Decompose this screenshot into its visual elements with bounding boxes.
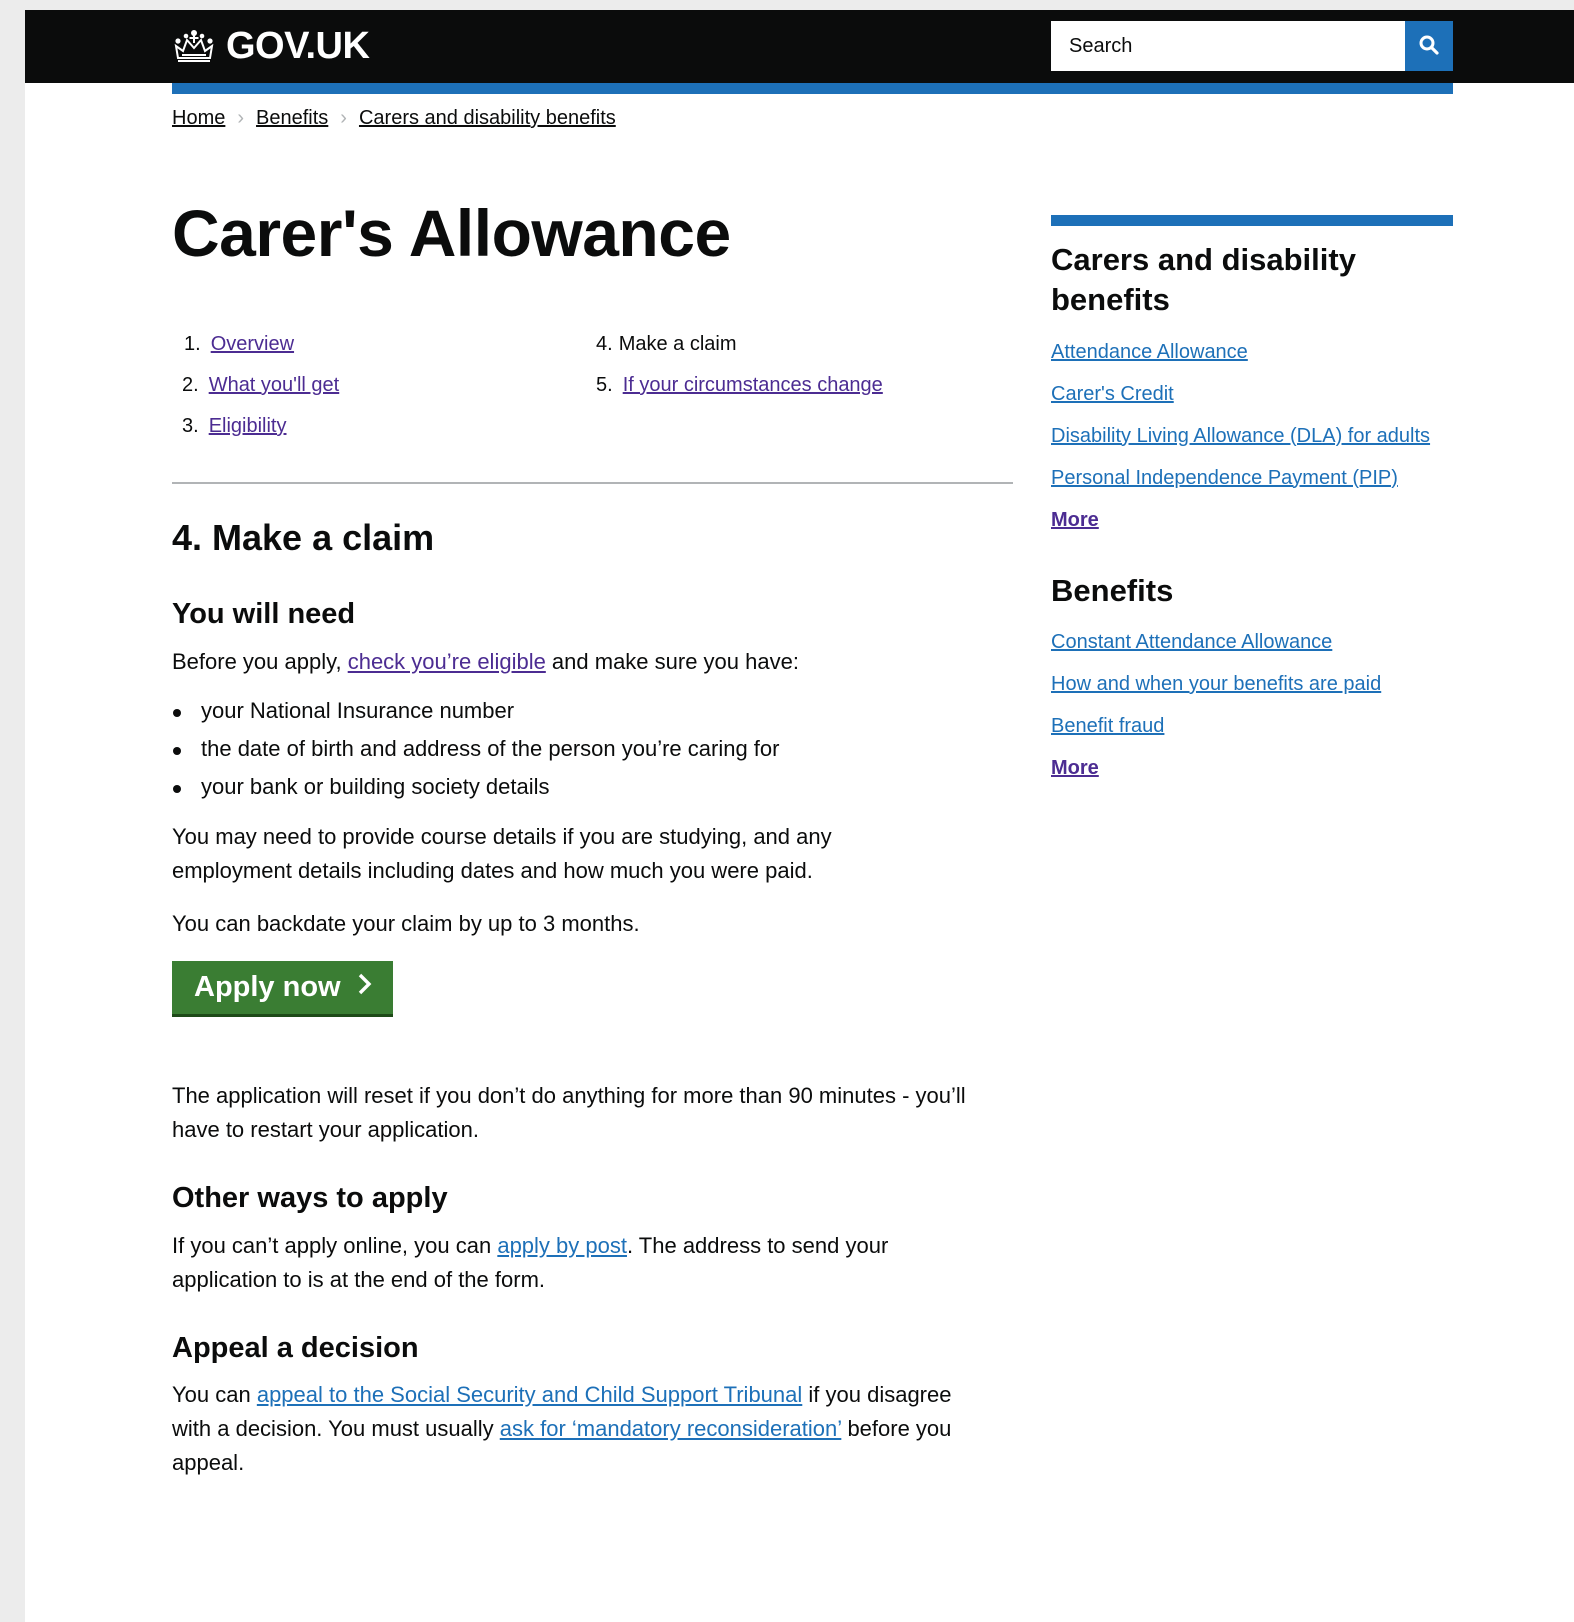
search-button[interactable]: [1405, 21, 1453, 71]
check-eligible-link[interactable]: check you’re eligible: [348, 649, 546, 674]
contents-item-make-a-claim-current: 4. Make a claim: [596, 333, 737, 355]
list-item: More: [1051, 508, 1453, 533]
appeal-tribunal-link[interactable]: appeal to the Social Security and Child …: [257, 1382, 802, 1407]
section-title: 4. Make a claim: [172, 517, 435, 558]
contents-divider: [172, 482, 1013, 484]
contents-item-eligibility: 3. Eligibility: [182, 415, 287, 438]
contents-current-make-a-claim: Make a claim: [618, 333, 737, 355]
contents-item-if-your-circumstances-change: 5. If your circumstances change: [596, 374, 883, 397]
sidebar-link-carers-credit[interactable]: Carer's Credit: [1051, 383, 1174, 405]
backdate-paragraph: You can backdate your claim by up to 3 m…: [172, 910, 640, 936]
contents-link-what-youll-get[interactable]: What you'll get: [209, 374, 340, 397]
sidebar-more-carers[interactable]: More: [1051, 509, 1099, 531]
sidebar-accent-bar: [1051, 215, 1453, 226]
logo-text: GOV.UK: [226, 24, 370, 67]
contents-item-what-youll-get: 2. What you'll get: [182, 374, 340, 397]
search-form: [1051, 21, 1453, 71]
appeal-paragraph: You can appeal to the Social Security an…: [172, 1381, 952, 1475]
list-item: Personal Independence Payment (PIP): [1051, 466, 1453, 491]
page-title: Carer's Allowance: [172, 196, 731, 270]
sidebar-link-how-and-when-benefits-are-paid[interactable]: How and when your benefits are paid: [1051, 673, 1381, 695]
breadcrumb-home[interactable]: Home: [172, 107, 225, 130]
page: GOV.UK Home › Benefits › Carers and disa…: [25, 10, 1574, 1622]
search-icon: [1418, 34, 1440, 59]
list-item: Benefit fraud: [1051, 714, 1453, 739]
breadcrumb-benefits[interactable]: Benefits: [256, 107, 328, 130]
contents-item-overview: 1. Overview: [184, 333, 295, 356]
contents-list: 1. Overview 2. What you'll get 3. Eligib…: [172, 333, 1013, 458]
breadcrumb: Home › Benefits › Carers and disability …: [172, 107, 616, 130]
sidebar-link-pip[interactable]: Personal Independence Payment (PIP): [1051, 467, 1398, 489]
list-item: Constant Attendance Allowance: [1051, 630, 1453, 655]
contents-link-if-your-circumstances-change[interactable]: If your circumstances change: [623, 374, 883, 397]
sidebar-list-benefits: Constant Attendance Allowance How and wh…: [1051, 630, 1453, 781]
header-accent-bar: [172, 83, 1453, 94]
list-item: Disability Living Allowance (DLA) for ad…: [1051, 424, 1453, 449]
list-item: your bank or building society details: [172, 770, 1013, 804]
heading-other-ways-to-apply: Other ways to apply: [172, 1181, 448, 1214]
govuk-logo-link[interactable]: GOV.UK: [172, 24, 370, 68]
apply-now-button[interactable]: Apply now: [172, 960, 393, 1014]
heading-you-will-need: You will need: [172, 598, 356, 631]
list-item: your National Insurance number: [172, 694, 1013, 728]
intro-paragraph: Before you apply, check you’re eligible …: [172, 648, 799, 674]
reset-notice: The application will reset if you don’t …: [172, 1082, 966, 1142]
chevron-right-icon: [341, 971, 373, 1004]
related-sidebar: Carers and disability benefits Attendanc…: [1051, 215, 1453, 798]
contents-link-overview[interactable]: Overview: [211, 333, 294, 356]
site-header: GOV.UK: [25, 10, 1574, 83]
list-item: Carer's Credit: [1051, 382, 1453, 407]
requirements-list: your National Insurance number the date …: [172, 694, 1013, 804]
sidebar-heading-carers-and-disability-benefits: Carers and disability benefits: [1051, 242, 1356, 318]
chevron-right-icon: ›: [340, 107, 347, 129]
chevron-right-icon: ›: [237, 107, 245, 129]
apply-by-post-link[interactable]: apply by post: [497, 1233, 627, 1258]
sidebar-link-benefit-fraud[interactable]: Benefit fraud: [1051, 715, 1164, 737]
sidebar-heading-benefits: Benefits: [1051, 572, 1174, 608]
crown-icon: [172, 28, 216, 64]
contents-link-eligibility[interactable]: Eligibility: [209, 415, 287, 438]
sidebar-link-constant-attendance-allowance[interactable]: Constant Attendance Allowance: [1051, 631, 1332, 653]
list-item: the date of birth and address of the per…: [172, 732, 1013, 766]
section-body: 4. Make a claim You will need Before you…: [172, 516, 1013, 1480]
list-item: Attendance Allowance: [1051, 340, 1453, 365]
sidebar-link-dla-for-adults[interactable]: Disability Living Allowance (DLA) for ad…: [1051, 425, 1430, 447]
other-ways-paragraph: If you can’t apply online, you can apply…: [172, 1232, 889, 1292]
list-item: How and when your benefits are paid: [1051, 672, 1453, 697]
sidebar-list-carers: Attendance Allowance Carer's Credit Disa…: [1051, 340, 1453, 533]
course-details-paragraph: You may need to provide course details i…: [172, 824, 832, 884]
heading-appeal-a-decision: Appeal a decision: [172, 1331, 419, 1364]
list-item: More: [1051, 756, 1453, 781]
main-content: Carer's Allowance 1. Overview 2. What yo…: [172, 196, 1013, 1475]
sidebar-link-attendance-allowance[interactable]: Attendance Allowance: [1051, 341, 1248, 363]
breadcrumb-carers-and-disability-benefits[interactable]: Carers and disability benefits: [359, 107, 616, 130]
mandatory-reconsideration-link[interactable]: ask for ‘mandatory reconsideration’: [500, 1416, 842, 1441]
sidebar-more-benefits[interactable]: More: [1051, 757, 1099, 779]
search-input[interactable]: [1051, 21, 1405, 71]
